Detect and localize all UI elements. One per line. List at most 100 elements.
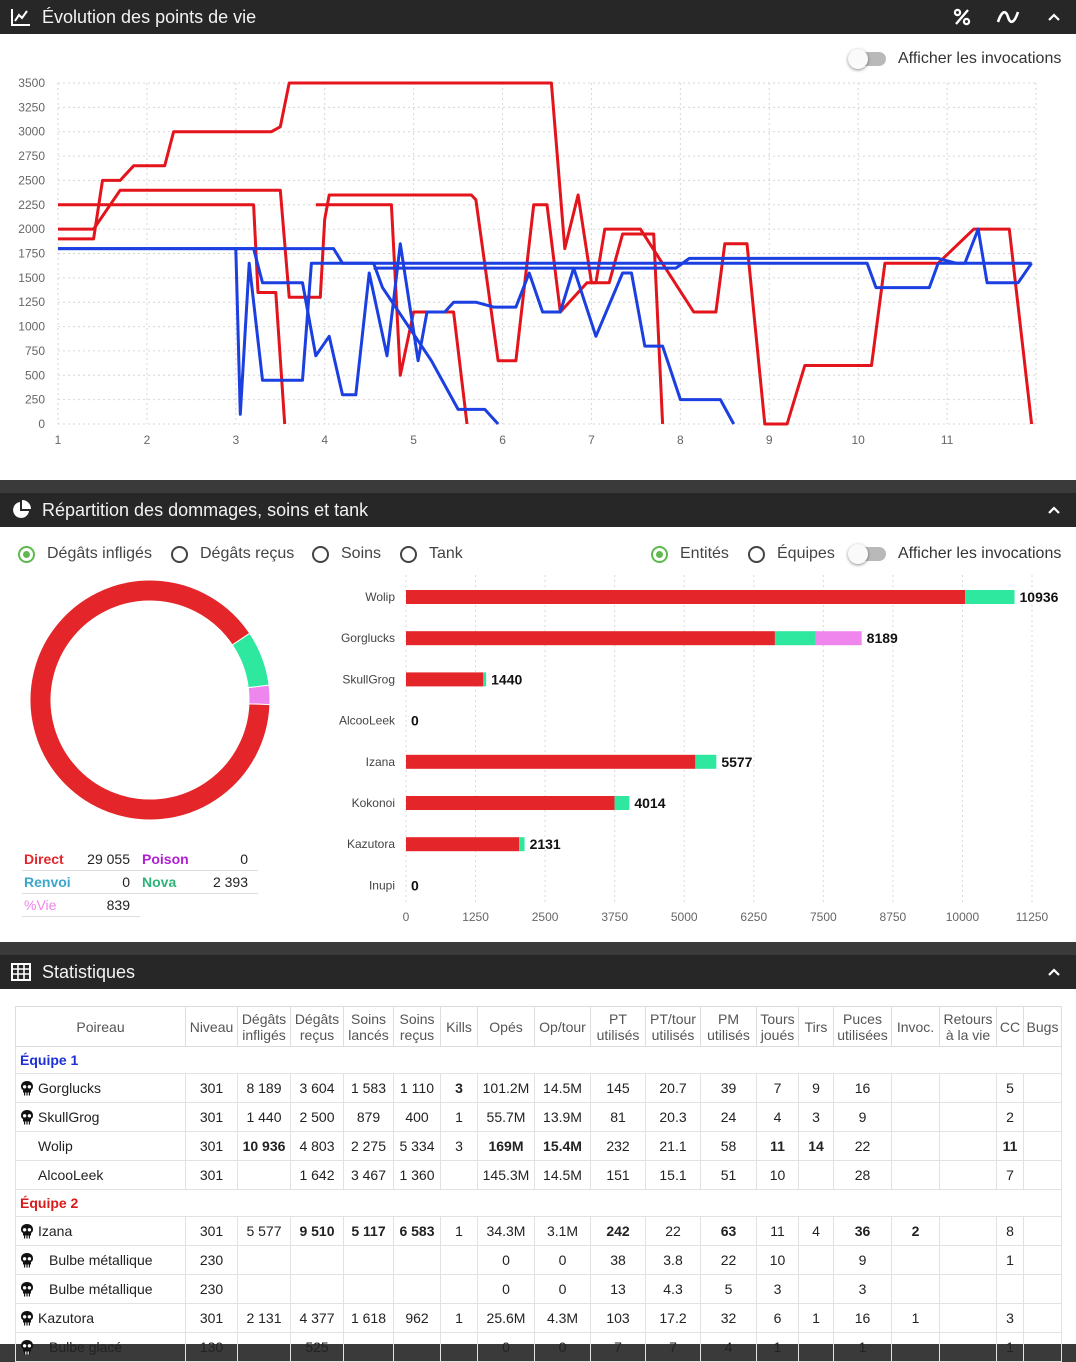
stat-cell: 3: [798, 1102, 834, 1132]
stat-cell: 1 360: [393, 1160, 441, 1190]
column-header[interactable]: Tours joués: [756, 1006, 799, 1047]
stat-cell: 34.3M: [477, 1216, 535, 1246]
stat-cell: 2 275: [343, 1131, 394, 1161]
stat-cell: [996, 1274, 1024, 1304]
stat-cell: [237, 1332, 291, 1362]
radio-circle[interactable]: [18, 545, 35, 563]
leek-name[interactable]: Bulbe glacé: [49, 1339, 122, 1355]
stat-cell: 2 131: [237, 1303, 291, 1333]
bar-segment: [814, 631, 862, 646]
legend-value: 839: [106, 897, 130, 913]
column-header[interactable]: Soins lancés: [343, 1006, 394, 1047]
stat-cell: 21.1: [645, 1131, 701, 1161]
stat-cell: [1023, 1160, 1062, 1190]
stat-cell: 2: [996, 1102, 1024, 1132]
radio-degats-infliges[interactable]: Dégâts infligés: [18, 545, 152, 563]
column-header[interactable]: Dégâts infligés: [237, 1006, 291, 1047]
stat-cell: [891, 1160, 940, 1190]
stat-cell: [1023, 1332, 1062, 1362]
table-row: Bulbe métallique 230 0 0 13 4.3 5 3 3: [15, 1274, 1062, 1304]
column-header[interactable]: Bugs: [1023, 1006, 1062, 1047]
column-header[interactable]: Invoc.: [891, 1006, 940, 1047]
x-tick-label: 8: [677, 433, 684, 447]
stat-cell: 145: [590, 1073, 646, 1103]
column-header[interactable]: Puces utilisées: [833, 1006, 892, 1047]
stat-cell: 0: [477, 1245, 535, 1275]
leek-name[interactable]: Bulbe métallique: [49, 1281, 153, 1297]
radio-circle[interactable]: [400, 545, 417, 563]
legend-value: 0: [122, 874, 130, 890]
radio-label: Entités: [680, 545, 729, 562]
radio-circle[interactable]: [312, 545, 329, 563]
stat-cell: 3: [833, 1274, 892, 1304]
stat-cell: 400: [393, 1102, 441, 1132]
column-header[interactable]: Poireau: [15, 1006, 186, 1047]
leek-name[interactable]: Bulbe métallique: [49, 1252, 153, 1268]
column-header[interactable]: PM utilisés: [700, 1006, 757, 1047]
column-header[interactable]: Retours à la vie: [939, 1006, 997, 1047]
stat-cell: 0: [534, 1274, 591, 1304]
stat-cell: [939, 1303, 997, 1333]
radio-equipes[interactable]: Équipes: [748, 545, 835, 563]
bar-total-label: 4014: [634, 795, 665, 811]
stat-cell: 38: [590, 1245, 646, 1275]
leek-name[interactable]: Izana: [38, 1223, 72, 1239]
stat-cell: [290, 1245, 344, 1275]
stat-cell: 301: [185, 1131, 238, 1161]
leek-name[interactable]: Gorglucks: [38, 1080, 101, 1096]
collapse-icon[interactable]: [1042, 960, 1066, 984]
stat-cell: 15.4M: [534, 1131, 591, 1161]
radio-circle[interactable]: [651, 545, 668, 563]
column-header[interactable]: Soins reçus: [393, 1006, 441, 1047]
hp-series-line: [58, 188, 1034, 426]
legend-nova: Nova 2 393: [140, 871, 258, 894]
table-row: Izana 301 5 577 9 510 5 117 6 583 1 34.3M 3.1M 24…: [15, 1216, 1062, 1246]
stat-cell: 5 334: [393, 1131, 441, 1161]
leek-name[interactable]: Kazutora: [38, 1310, 94, 1326]
damage-summons-toggle[interactable]: Afficher les invocations: [848, 544, 1061, 564]
radio-circle[interactable]: [171, 545, 188, 563]
toggle-track[interactable]: [848, 544, 886, 564]
leek-name[interactable]: AlcooLeek: [38, 1167, 103, 1183]
stat-cell: 9: [833, 1245, 892, 1275]
collapse-icon[interactable]: [1042, 498, 1066, 522]
column-header[interactable]: PT utilisés: [590, 1006, 646, 1047]
stat-cell: 51: [700, 1160, 757, 1190]
stat-cell: [798, 1245, 834, 1275]
stat-cell: 3 467: [343, 1160, 394, 1190]
radio-degats-recus[interactable]: Dégâts reçus: [171, 545, 294, 563]
toggle-knob[interactable]: [848, 544, 868, 564]
leek-name[interactable]: Wolip: [38, 1138, 73, 1154]
column-header[interactable]: Opés: [477, 1006, 535, 1047]
leek-name[interactable]: SkullGrog: [38, 1109, 99, 1125]
stat-cell: 1: [798, 1303, 834, 1333]
stat-cell: 301: [185, 1216, 238, 1246]
stat-cell: [393, 1332, 441, 1362]
column-header[interactable]: CC: [996, 1006, 1024, 1047]
leek-name-cell: AlcooLeek: [15, 1160, 186, 1190]
skull-icon: [20, 1281, 34, 1297]
bar-category-label: Wolip: [365, 590, 395, 604]
radio-entites[interactable]: Entités: [651, 545, 729, 563]
stat-cell: 5: [996, 1073, 1024, 1103]
x-tick-label: 2: [144, 433, 151, 447]
stat-cell: [237, 1245, 291, 1275]
column-header[interactable]: Tirs: [798, 1006, 834, 1047]
stat-cell: 4 377: [290, 1303, 344, 1333]
radio-soins[interactable]: Soins: [312, 545, 381, 563]
stat-cell: 1: [756, 1332, 799, 1362]
column-header[interactable]: Op/tour: [534, 1006, 591, 1047]
column-header[interactable]: Dégâts reçus: [290, 1006, 344, 1047]
column-header[interactable]: PT/tour utilisés: [645, 1006, 701, 1047]
stat-cell: 525: [290, 1332, 344, 1362]
stat-cell: 25.6M: [477, 1303, 535, 1333]
column-header[interactable]: Niveau: [185, 1006, 238, 1047]
stat-cell: 14.5M: [534, 1073, 591, 1103]
stat-cell: 301: [185, 1303, 238, 1333]
column-header[interactable]: Kills: [440, 1006, 478, 1047]
radio-circle[interactable]: [748, 545, 765, 563]
radio-tank[interactable]: Tank: [400, 545, 463, 563]
bar-category-label: Gorglucks: [341, 631, 395, 645]
stat-cell: [891, 1245, 940, 1275]
stat-cell: 11: [996, 1131, 1024, 1161]
